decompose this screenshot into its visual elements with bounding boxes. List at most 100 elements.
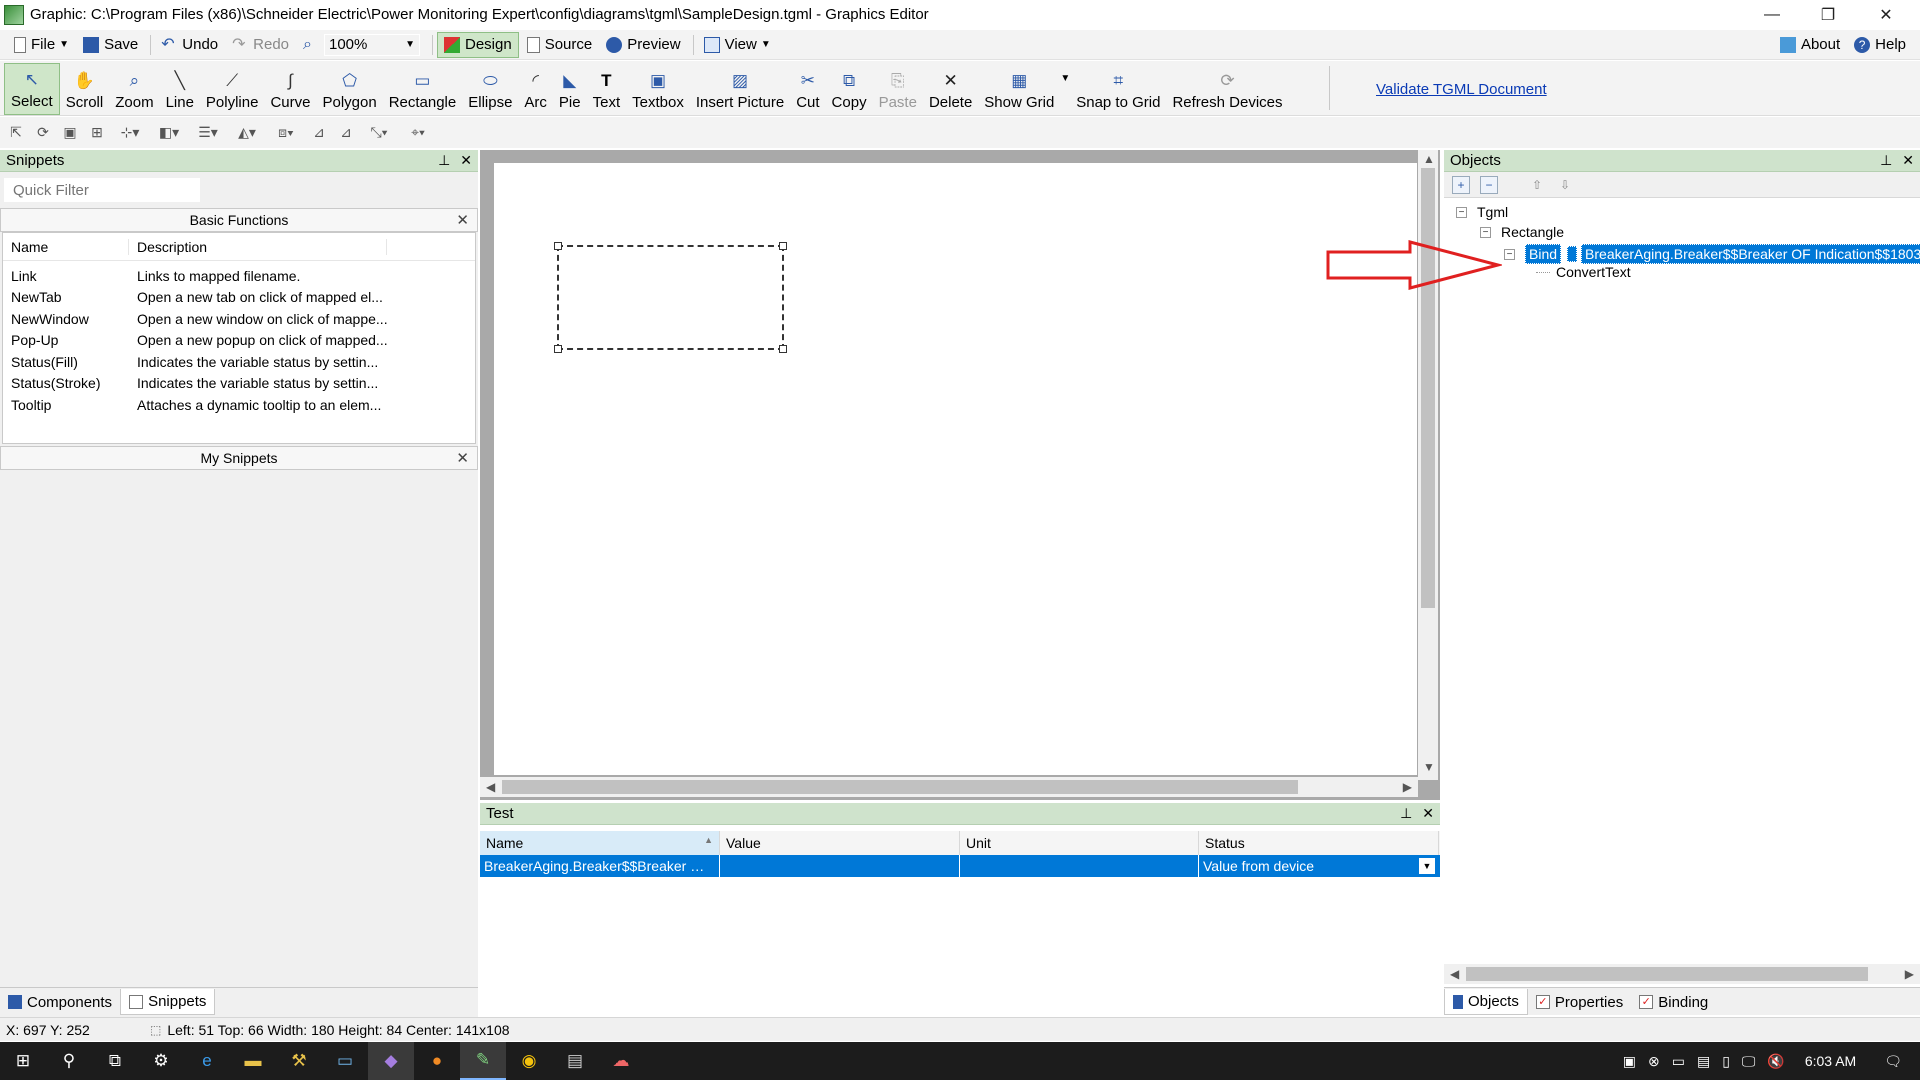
cell-value[interactable] [720, 855, 960, 877]
list-item[interactable]: Tooltip Attaches a dynamic tooltip to an … [3, 394, 475, 416]
list-item[interactable]: Link Links to mapped filename. [3, 265, 475, 287]
tool-snap-to-grid[interactable]: ⌗ Snap to Grid [1070, 63, 1166, 115]
anchor-dropdown-icon[interactable]: ⌖▾ [400, 122, 436, 144]
table-row[interactable]: BreakerAging.Breaker$$Breaker OF... Valu… [480, 855, 1440, 877]
tool-polygon[interactable]: ⬠ Polygon [316, 63, 382, 115]
tree-node-tgml[interactable]: − Tgml [1456, 204, 1508, 220]
scroll-right-icon[interactable]: ▶ [1905, 967, 1914, 981]
column-header-description[interactable]: Description [129, 238, 387, 255]
pin-icon[interactable]: ⊥ [438, 152, 450, 169]
column-header-status[interactable]: Status [1199, 831, 1439, 855]
path-icon[interactable]: ⊿ [307, 122, 331, 144]
scroll-thumb[interactable] [1466, 967, 1868, 981]
chrome-icon[interactable]: ◉ [506, 1042, 552, 1080]
collapse-all-icon[interactable]: − [1480, 175, 1498, 194]
notifications-icon[interactable]: 🗨 [1884, 1053, 1902, 1070]
status-select[interactable]: Value from device ▼ [1199, 855, 1439, 877]
close-icon[interactable]: ✕ [1902, 152, 1914, 169]
collapse-icon[interactable]: − [1504, 248, 1515, 260]
tab-objects[interactable]: Objects [1444, 989, 1528, 1015]
tool-scroll[interactable]: ✋ Scroll [60, 63, 110, 115]
tab-preview[interactable]: Preview [600, 32, 686, 58]
move-down-icon[interactable]: ⇩ [1556, 176, 1574, 194]
tool-refresh-devices[interactable]: ⟳ Refresh Devices [1166, 63, 1288, 115]
connector-dropdown-icon[interactable]: ⤡▾ [361, 122, 397, 144]
file-explorer-icon[interactable]: ▬ [230, 1042, 276, 1080]
list-item[interactable]: Pop-Up Open a new popup on click of mappe… [3, 330, 475, 352]
transform-icon[interactable]: ⊿ [334, 122, 358, 144]
ungroup-icon[interactable]: ⊞ [85, 122, 109, 144]
scroll-thumb[interactable] [1421, 168, 1435, 608]
tool-insert-picture[interactable]: ▨ Insert Picture [690, 63, 790, 115]
column-header-name[interactable]: Name [3, 238, 129, 255]
search-icon[interactable]: ⚲ [46, 1042, 92, 1080]
close-icon[interactable]: ✕ [456, 449, 469, 467]
resize-handle[interactable] [779, 345, 787, 353]
undo-button[interactable]: ↶ Undo [155, 32, 224, 58]
tool-ellipse[interactable]: ⬭ Ellipse [462, 63, 518, 115]
edge-browser-icon[interactable]: e [184, 1042, 230, 1080]
firefox-icon[interactable]: ● [414, 1042, 460, 1080]
settings-gear-icon[interactable]: ⚙ [138, 1042, 184, 1080]
redo-button[interactable]: ↷ Redo [226, 32, 295, 58]
tool-line[interactable]: ╲ Line [160, 63, 200, 115]
tab-properties[interactable]: ✓ Properties [1528, 989, 1631, 1015]
tab-components[interactable]: Components [0, 989, 120, 1015]
app-icon-window[interactable]: ▭ [322, 1042, 368, 1080]
column-header-name[interactable]: Name ▲ [480, 831, 720, 855]
scroll-left-icon[interactable]: ◀ [486, 780, 495, 794]
close-window-button[interactable]: ✕ [1858, 0, 1914, 29]
tab-source[interactable]: Source [521, 32, 599, 58]
group-icon[interactable]: ▣ [58, 122, 82, 144]
basic-functions-header[interactable]: Basic Functions ✕ [0, 208, 478, 232]
tray-usb-icon[interactable]: ▯ [1722, 1053, 1730, 1070]
restore-button[interactable]: ❐ [1800, 0, 1856, 29]
list-item[interactable]: NewTab Open a new tab on click of mapped … [3, 287, 475, 309]
tree-node-rectangle[interactable]: − Rectangle [1480, 224, 1564, 240]
clock[interactable]: 6:03 AM [1805, 1053, 1856, 1069]
resize-handle[interactable] [554, 345, 562, 353]
tray-volume-muted-icon[interactable]: 🔇 [1767, 1053, 1784, 1070]
tool-arc[interactable]: ◜ Arc [518, 63, 553, 115]
visual-studio-icon[interactable]: ◆ [368, 1042, 414, 1080]
pin-icon[interactable]: ⊥ [1880, 152, 1892, 169]
list-item[interactable]: Status(Stroke) Indicates the variable sta… [3, 373, 475, 395]
tray-network-icon[interactable]: ⊗ [1648, 1053, 1660, 1070]
tool-polyline[interactable]: ⟋ Polyline [200, 63, 265, 115]
quick-filter-input[interactable] [4, 178, 200, 202]
help-button[interactable]: ? Help [1848, 32, 1912, 58]
move-up-icon[interactable]: ⇧ [1528, 176, 1546, 194]
scroll-up-icon[interactable]: ▲ [1423, 152, 1435, 166]
objects-horizontal-scrollbar[interactable]: ◀ ▶ [1444, 964, 1920, 984]
tool-curve[interactable]: ∫ Curve [264, 63, 316, 115]
scroll-down-icon[interactable]: ▼ [1423, 760, 1435, 774]
selected-rectangle-shape[interactable] [554, 242, 787, 353]
tool-textbox[interactable]: ▣ Textbox [626, 63, 690, 115]
app-icon-terminal[interactable]: ▤ [552, 1042, 598, 1080]
column-header-unit[interactable]: Unit [960, 831, 1199, 855]
save-button[interactable]: Save [77, 32, 144, 58]
tool-rectangle[interactable]: ▭ Rectangle [383, 63, 463, 115]
tray-app-icon[interactable]: ▣ [1623, 1053, 1636, 1070]
zoom-select[interactable]: ⌕ 100% ▼ [297, 32, 426, 58]
windows-start-icon[interactable]: ⊞ [0, 1042, 46, 1080]
tool-show-grid[interactable]: ▦ Show Grid [978, 63, 1060, 115]
chevron-down-icon[interactable]: ▼ [1419, 858, 1435, 874]
order-dropdown-icon[interactable]: ◧▾ [151, 122, 187, 144]
validate-tgml-link[interactable]: Validate TGML Document [1376, 81, 1547, 98]
scroll-right-icon[interactable]: ▶ [1403, 780, 1412, 794]
flip-dropdown-icon[interactable]: ◭▾ [229, 122, 265, 144]
select-arrow-icon[interactable]: ⇱ [4, 122, 28, 144]
minimize-button[interactable]: — [1744, 0, 1800, 29]
tree-node-bind[interactable]: − Bind BreakerAging.Breaker$$Breaker OF … [1504, 244, 1920, 264]
scroll-left-icon[interactable]: ◀ [1450, 967, 1459, 981]
collapse-icon[interactable]: − [1480, 226, 1491, 238]
size-dropdown-icon[interactable]: ⧈▾ [268, 122, 304, 144]
my-snippets-header[interactable]: My Snippets ✕ [0, 446, 478, 470]
tray-vm-icon[interactable]: ▤ [1697, 1053, 1710, 1070]
graphics-editor-taskbar-icon[interactable]: ✎ [460, 1042, 506, 1080]
tab-snippets[interactable]: Snippets [120, 989, 216, 1015]
list-item[interactable]: Status(Fill) Indicates the variable statu… [3, 351, 475, 373]
tray-monitor-icon[interactable]: ▭ [1672, 1053, 1685, 1070]
resize-handle[interactable] [554, 242, 562, 250]
